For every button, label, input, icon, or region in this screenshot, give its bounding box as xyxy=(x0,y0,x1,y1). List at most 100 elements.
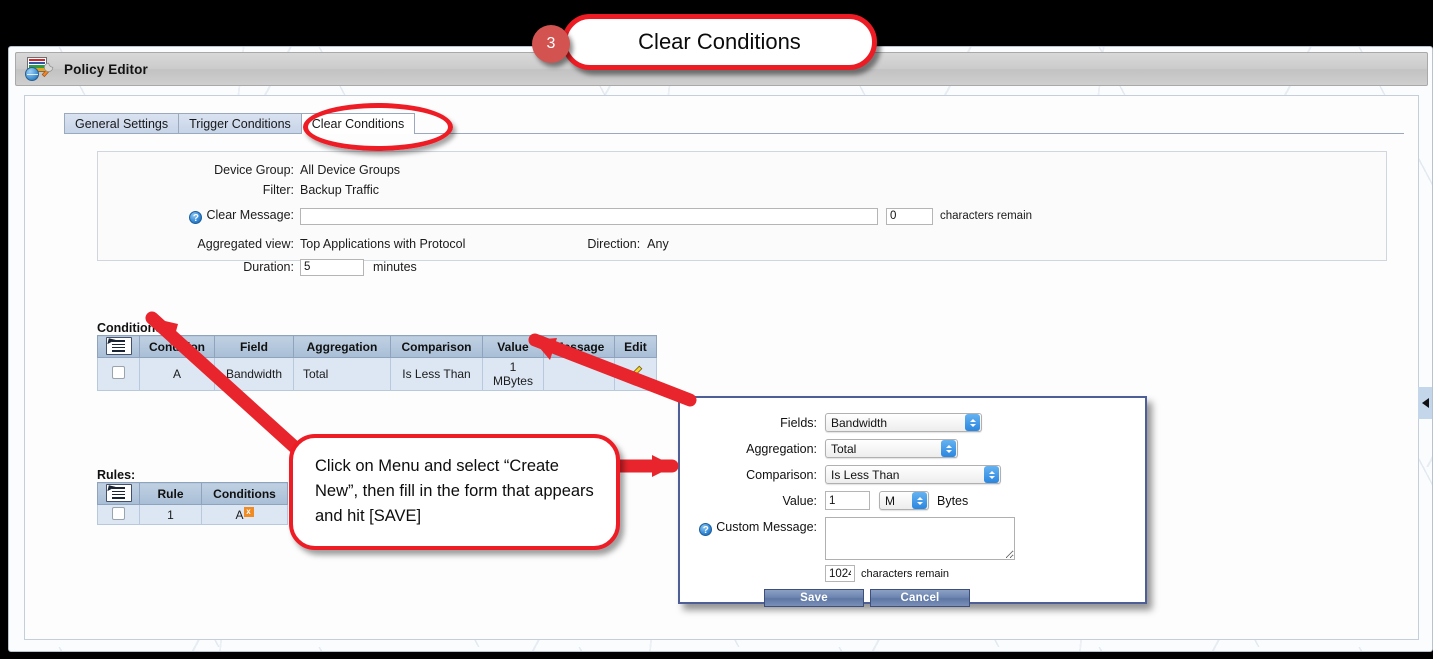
cell-edit[interactable] xyxy=(613,357,657,392)
dialog-fields-row: Fields: Bandwidth xyxy=(680,413,1145,432)
rules-menu-button[interactable] xyxy=(97,481,140,506)
rules-header-row: Rule Conditions xyxy=(97,481,288,506)
row-checkbox[interactable] xyxy=(112,366,125,380)
policy-editor-icon xyxy=(25,56,55,82)
cell-rule: 1 xyxy=(139,504,202,526)
cell-field: Bandwidth xyxy=(213,357,294,392)
direction-label: Direction: xyxy=(587,237,641,251)
custom-message-chars-field[interactable] xyxy=(825,565,855,582)
list-menu-icon[interactable] xyxy=(105,484,132,502)
tab-trigger-conditions[interactable]: Trigger Conditions xyxy=(178,113,302,134)
filter-label: Filter: xyxy=(262,183,294,197)
clear-message-chars-field[interactable] xyxy=(886,207,933,225)
direction-value: Any xyxy=(647,237,669,251)
value-unit-select-value: M xyxy=(885,493,895,508)
col-message: Message xyxy=(542,334,615,359)
comparison-select-value: Is Less Than xyxy=(831,467,900,482)
fields-select[interactable]: Bandwidth xyxy=(825,413,982,432)
chars-remain-label: characters remain xyxy=(940,210,1033,222)
dialog-chars-row: characters remain xyxy=(680,565,1145,582)
tab-strip-divider xyxy=(64,133,1404,134)
stepper-arrows-icon[interactable] xyxy=(965,414,980,431)
cell-message xyxy=(542,357,615,392)
custom-message-textarea[interactable] xyxy=(825,517,1015,560)
col-comparison: Comparison xyxy=(389,334,483,359)
duration-units-label: minutes xyxy=(373,260,417,274)
dialog-comparison-row: Comparison: Is Less Than xyxy=(680,465,1145,484)
condition-edit-dialog: Fields: Bandwidth Aggregation: Total Com… xyxy=(678,396,1147,607)
rule-condition-letter: A xyxy=(235,508,244,523)
filter-row: Filter: Backup Traffic xyxy=(98,180,1386,200)
tab-bar: General Settings Trigger Conditions Clea… xyxy=(64,113,416,134)
col-condition: Condition xyxy=(139,334,215,359)
window-title: Policy Editor xyxy=(64,61,148,77)
rules-caption: Rules: xyxy=(97,468,136,482)
cell-rule-conditions: Ax xyxy=(201,504,288,526)
table-row[interactable]: A Bandwidth Total Is Less Than 1 MBytes xyxy=(97,357,657,392)
dialog-save-button[interactable]: Save xyxy=(764,589,864,607)
dialog-aggregation-row: Aggregation: Total xyxy=(680,439,1145,458)
conditions-header-row: Condition Field Aggregation Comparison V… xyxy=(97,334,657,359)
tab-label: Clear Conditions xyxy=(311,117,405,131)
col-rule-conditions: Conditions xyxy=(201,481,288,506)
clear-message-row: ?Clear Message: characters remain xyxy=(98,206,1386,226)
device-group-value: All Device Groups xyxy=(300,163,401,177)
duration-row: Duration: minutes xyxy=(98,257,1386,277)
duration-label: Duration: xyxy=(243,260,294,274)
dialog-cancel-button[interactable]: Cancel xyxy=(870,589,970,607)
policy-editor-window: Policy Editor General Settings Trigger C… xyxy=(8,46,1433,652)
remove-condition-badge-icon[interactable]: x xyxy=(243,507,254,518)
scroll-right-control[interactable] xyxy=(1418,387,1432,419)
col-aggregation: Aggregation xyxy=(292,334,391,359)
window-titlebar: Policy Editor xyxy=(15,52,1428,86)
aggregated-view-label: Aggregated view: xyxy=(197,237,294,251)
value-suffix-label: Bytes xyxy=(937,493,969,508)
row-checkbox-cell[interactable] xyxy=(97,357,140,392)
help-icon[interactable]: ? xyxy=(699,523,713,536)
device-group-label: Device Group: xyxy=(214,163,294,177)
clear-message-input[interactable] xyxy=(300,207,878,225)
chevron-right-icon xyxy=(1421,398,1429,408)
filter-value: Backup Traffic xyxy=(300,183,379,197)
row-checkbox-cell[interactable] xyxy=(97,504,140,526)
table-row[interactable]: 1 Ax xyxy=(97,504,288,526)
cell-aggregation: Total xyxy=(292,357,391,392)
cell-value: 1 MBytes xyxy=(481,357,544,392)
value-unit-select[interactable]: M xyxy=(879,491,929,510)
rules-table: Rule Conditions 1 Ax xyxy=(97,481,288,526)
wrench-icon xyxy=(41,62,54,78)
aggregation-select[interactable]: Total xyxy=(825,439,958,458)
stepper-arrows-icon[interactable] xyxy=(912,492,927,509)
aggregated-view-value: Top Applications with Protocol xyxy=(300,237,466,251)
dialog-custom-message-row: ? Custom Message: xyxy=(680,517,1145,560)
dialog-value-row: Value: M Bytes xyxy=(680,491,1145,510)
value-label: Value: xyxy=(782,493,817,508)
custom-message-label: ? Custom Message: xyxy=(680,517,825,536)
dialog-chars-remain-label: characters remain xyxy=(861,567,950,580)
tab-label: General Settings xyxy=(75,117,169,131)
pencil-icon[interactable] xyxy=(628,365,643,380)
help-icon[interactable]: ? xyxy=(189,211,203,224)
comparison-label: Comparison: xyxy=(746,467,817,482)
policy-summary-panel: Device Group: All Device Groups Filter: … xyxy=(97,151,1387,276)
cell-comparison: Is Less Than xyxy=(389,357,483,392)
tab-label: Trigger Conditions xyxy=(189,117,291,131)
cell-condition: A xyxy=(139,357,215,392)
conditions-caption: Conditions: xyxy=(97,321,167,335)
tab-clear-conditions[interactable]: Clear Conditions xyxy=(300,113,416,134)
list-menu-icon[interactable] xyxy=(105,337,132,355)
col-value: Value xyxy=(481,334,544,359)
stepper-arrows-icon[interactable] xyxy=(941,440,956,457)
value-input[interactable] xyxy=(825,491,870,510)
conditions-menu-button[interactable] xyxy=(97,334,140,359)
col-edit: Edit xyxy=(613,334,657,359)
tab-general-settings[interactable]: General Settings xyxy=(64,113,180,134)
col-rule: Rule xyxy=(139,481,202,506)
row-checkbox[interactable] xyxy=(112,506,125,520)
comparison-select[interactable]: Is Less Than xyxy=(825,465,1001,484)
col-field: Field xyxy=(213,334,294,359)
footer-button-bar: Save Save as New Cancel Delete Policy Br… xyxy=(24,648,1419,651)
stepper-arrows-icon[interactable] xyxy=(984,466,999,483)
aggregated-view-row: Aggregated view: Top Applications with P… xyxy=(98,234,1386,254)
duration-input[interactable] xyxy=(300,258,364,276)
